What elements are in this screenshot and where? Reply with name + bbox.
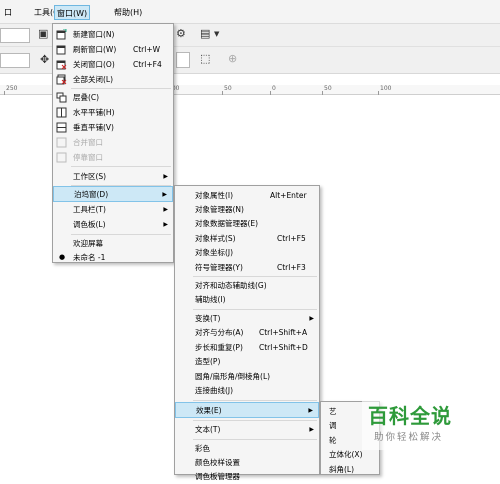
menu-item-color[interactable]: 彩色 xyxy=(175,441,319,456)
add-icon[interactable]: ⊕ xyxy=(228,52,237,66)
close-window-icon xyxy=(56,60,67,70)
chevron-down-icon[interactable]: ▼ xyxy=(214,27,219,41)
ruler-label: 100 xyxy=(380,85,392,92)
move-icon[interactable]: ✥ xyxy=(40,53,49,67)
chevron-right-icon: ▶ xyxy=(308,407,313,414)
watermark: 百科全说 助你轻松解决 xyxy=(362,398,500,450)
menu-item-close-window[interactable]: 关闭窗口(O) Ctrl+F4 xyxy=(53,57,173,72)
menu-item-untitled-document[interactable]: ● 未命名 -1 xyxy=(53,250,173,265)
menu-item-join-curves[interactable]: 连接曲线(J) xyxy=(175,383,319,398)
menu-item-merge-window[interactable]: 合并窗口 xyxy=(53,135,173,150)
ruler-tick xyxy=(270,91,271,95)
menu-item-welcome-screen[interactable]: 欢迎屏幕 xyxy=(53,236,173,251)
menu-item-fillet-scallop-chamfer[interactable]: 圆角/扇形角/倒棱角(L) xyxy=(175,369,319,384)
window-menu: 新建窗口(N) 刷新窗口(W) Ctrl+W 关闭窗口(O) Ctrl+F4 全… xyxy=(52,23,174,263)
menu-item-close-all[interactable]: 全部关闭(L) xyxy=(53,72,173,87)
menu-item-color-proof-settings[interactable]: 颜色校样设置 xyxy=(175,455,319,470)
gear-icon[interactable]: ⚙ xyxy=(176,27,186,41)
grid-icon[interactable]: ▣ xyxy=(38,27,48,41)
spinner-field[interactable] xyxy=(176,52,190,68)
menu-item-alignment-guides[interactable]: 对齐和动态辅助线(G) xyxy=(175,278,319,293)
menu-bar: 口 工具(O) 窗口(W) 帮助(H) xyxy=(0,0,500,24)
menu-item-workspace[interactable]: 工作区(S) ▶ xyxy=(53,169,173,184)
menu-item-align-distribute[interactable]: 对齐与分布(A) Ctrl+Shift+A xyxy=(175,325,319,340)
menu-item-effects[interactable]: 效果(E) ▶ xyxy=(175,402,319,418)
menu-item-cascade[interactable]: 层叠(C) xyxy=(53,90,173,105)
property-dropdown[interactable] xyxy=(0,53,30,68)
menu-item-color-palettes[interactable]: 调色板(L) ▶ xyxy=(53,217,173,232)
menu-separator xyxy=(71,166,171,167)
menu-item-step-repeat[interactable]: 步长和重复(P) Ctrl+Shift+D xyxy=(175,340,319,355)
page-icon[interactable]: ▤ xyxy=(200,27,210,41)
menu-item-object-styles[interactable]: 对象样式(S) Ctrl+F5 xyxy=(175,231,319,246)
menu-item-new-window[interactable]: 新建窗口(N) xyxy=(53,27,173,42)
ruler-label: 250 xyxy=(6,85,18,92)
ruler-label: 0 xyxy=(272,85,276,92)
tile-vertical-icon xyxy=(56,122,67,133)
menu-item-dockers[interactable]: 泊坞窗(D) ▶ xyxy=(53,186,173,202)
menu-item-object-coordinates[interactable]: 对象坐标(J) xyxy=(175,245,319,260)
close-all-icon xyxy=(56,74,67,85)
menu-window[interactable]: 窗口(W) xyxy=(54,5,91,20)
ruler-label: 50 xyxy=(224,85,232,92)
menu-separator xyxy=(71,88,171,89)
menu-item-dock-window[interactable]: 停靠窗口 xyxy=(53,150,173,165)
menu-item-tile-vertical[interactable]: 垂直平铺(V) xyxy=(53,120,173,135)
menu-item-transform[interactable]: 变换(T) ▶ xyxy=(175,311,319,326)
menu-separator xyxy=(193,400,317,401)
chevron-right-icon: ▶ xyxy=(162,191,167,198)
menu-separator xyxy=(193,439,317,440)
menu-item-object-manager[interactable]: 对象管理器(N) xyxy=(175,202,319,217)
ruler-tick xyxy=(378,91,379,95)
menu-item-refresh-window[interactable]: 刷新窗口(W) Ctrl+W xyxy=(53,42,173,57)
chevron-right-icon: ▶ xyxy=(309,315,314,322)
chevron-right-icon: ▶ xyxy=(163,173,168,180)
toolbar-dropdown[interactable] xyxy=(0,28,30,43)
merge-window-icon xyxy=(56,137,67,148)
ruler-tick xyxy=(222,91,223,95)
dock-window-icon xyxy=(56,152,67,163)
menu-separator xyxy=(193,420,317,421)
dockers-submenu: 对象属性(I) Alt+Enter 对象管理器(N) 对象数据管理器(E) 对象… xyxy=(174,185,320,481)
menu-item-toolbars[interactable]: 工具栏(T) ▶ xyxy=(53,202,173,217)
ruler-tick xyxy=(4,91,5,95)
watermark-subtitle: 助你轻松解决 xyxy=(374,432,444,443)
menu-item-shaping[interactable]: 造型(P) xyxy=(175,354,319,369)
ruler-tick xyxy=(322,91,323,95)
menu-separator xyxy=(193,309,317,310)
bullet-icon: ● xyxy=(59,253,66,261)
ruler-label: 50 xyxy=(324,85,332,92)
menu-separator xyxy=(193,276,317,277)
chevron-right-icon: ▶ xyxy=(163,206,168,213)
watermark-title: 百科全说 xyxy=(368,404,452,428)
crop-icon[interactable]: ⬚ xyxy=(200,52,210,66)
tile-horizontal-icon xyxy=(56,107,67,118)
menu-item-symbol-manager[interactable]: 符号管理器(Y) Ctrl+F3 xyxy=(175,260,319,275)
cascade-icon xyxy=(56,92,67,103)
chevron-right-icon: ▶ xyxy=(309,426,314,433)
menu-item-text[interactable]: 文本(T) ▶ xyxy=(175,422,319,437)
new-window-icon xyxy=(56,29,67,40)
menu-help[interactable]: 帮助(H) xyxy=(112,5,144,20)
menu-item-guidelines[interactable]: 辅助线(I) xyxy=(175,292,319,307)
menu-item-palette-manager[interactable]: 调色板管理器 xyxy=(175,469,319,484)
menu-partial[interactable]: 口 xyxy=(2,5,14,20)
chevron-right-icon: ▶ xyxy=(163,221,168,228)
menu-item-object-properties[interactable]: 对象属性(I) Alt+Enter xyxy=(175,188,319,203)
menu-separator xyxy=(71,234,171,235)
refresh-window-icon xyxy=(56,45,66,55)
menu-item-tile-horizontal[interactable]: 水平平铺(H) xyxy=(53,105,173,120)
menu-item-object-data-manager[interactable]: 对象数据管理器(E) xyxy=(175,216,319,231)
